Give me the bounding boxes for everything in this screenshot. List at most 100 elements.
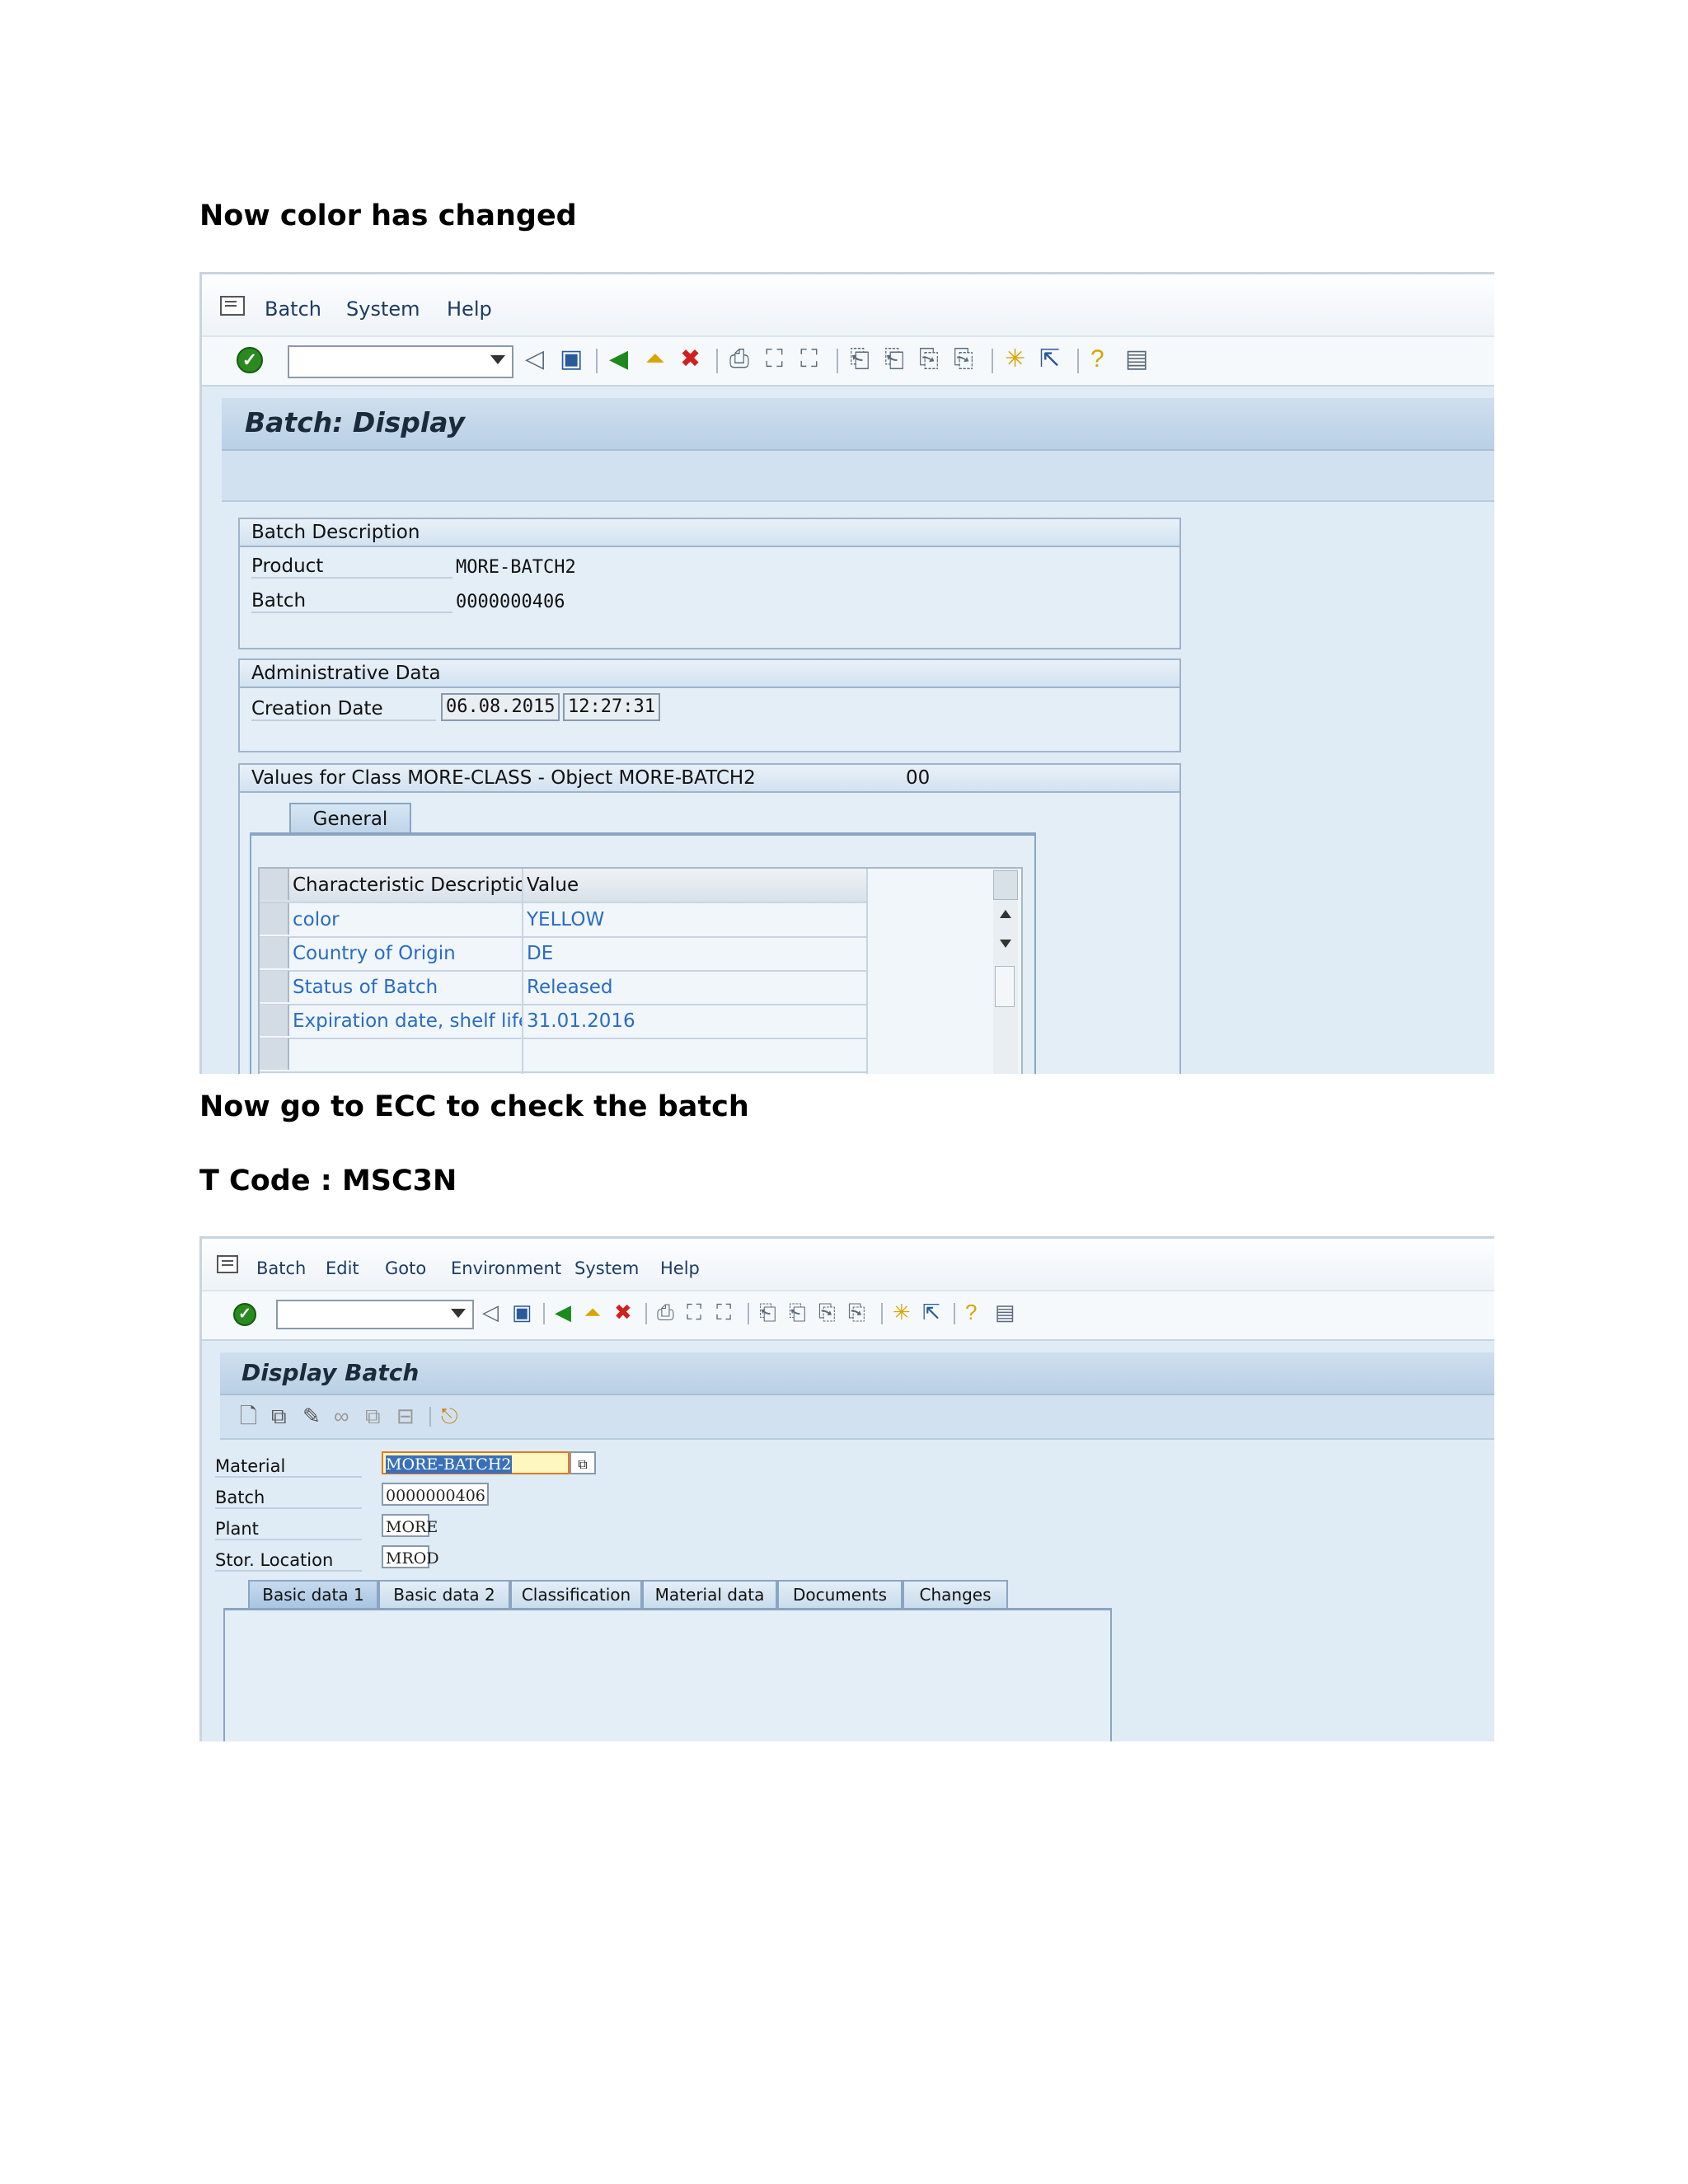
tab-documents[interactable]: Documents — [777, 1580, 903, 1608]
scrollbar-thumb[interactable] — [995, 966, 1015, 1007]
display-glasses-icon[interactable]: ∞ — [334, 1405, 349, 1427]
table-row[interactable]: color YELLOW — [260, 903, 866, 938]
find-icon[interactable]: ⛶ — [766, 347, 783, 372]
material-value: MORE-BATCH2 — [386, 1455, 512, 1474]
layout-menu-icon[interactable]: ▤ — [995, 1301, 1015, 1323]
print-icon[interactable]: ⎙ — [729, 347, 749, 372]
command-field[interactable] — [276, 1300, 474, 1329]
cell-value[interactable]: DE — [523, 937, 866, 970]
row-selector[interactable] — [260, 1005, 289, 1036]
find-icon[interactable]: ⛶ — [687, 1301, 701, 1323]
column-header-description[interactable]: Characteristic Description — [289, 869, 522, 902]
tab-basic-data-2[interactable]: Basic data 2 — [378, 1580, 510, 1608]
where-used-icon[interactable]: ⧉ — [365, 1405, 381, 1427]
find-next-icon[interactable]: ⛶ — [716, 1301, 731, 1323]
shortcut-icon[interactable]: ⇱ — [1039, 347, 1060, 372]
exit-icon[interactable]: ⏶ — [584, 1301, 602, 1323]
find-next-icon[interactable]: ⛶ — [800, 347, 818, 372]
menu-batch[interactable]: Batch — [265, 298, 321, 321]
new-session-icon[interactable]: ✳ — [893, 1301, 911, 1323]
first-page-icon[interactable]: ⎗ — [850, 347, 870, 372]
delete-flag-icon[interactable]: ⊟ — [396, 1405, 415, 1427]
menu-system[interactable]: System — [574, 1258, 639, 1278]
select-all-cell[interactable] — [260, 869, 289, 900]
scroll-down-icon[interactable] — [1000, 940, 1011, 948]
cell-description[interactable]: color — [289, 903, 522, 936]
plant-input[interactable]: MORE — [382, 1514, 438, 1537]
create-icon[interactable]: 🗋 — [240, 1405, 257, 1427]
change-pencil-icon[interactable]: ✎ — [302, 1405, 321, 1427]
creation-time-field[interactable]: 12:27:31 — [563, 693, 660, 721]
table-row[interactable]: Country of Origin DE — [260, 937, 866, 972]
menu-help[interactable]: Help — [447, 298, 492, 321]
table-row-empty[interactable] — [260, 1038, 866, 1073]
exit-icon[interactable]: ⏶ — [645, 347, 665, 372]
back-triangle-icon[interactable]: ◁ — [482, 1301, 499, 1323]
group-administrative-data: Administrative Data Creation Date 06.08.… — [238, 658, 1181, 752]
page-title: Batch: Display — [245, 406, 465, 438]
first-page-icon[interactable]: ⎗ — [759, 1301, 776, 1323]
next-page-icon[interactable]: ⎘ — [919, 347, 939, 372]
table-row[interactable]: Expiration date, shelf life 31.01.2016 — [260, 1005, 866, 1039]
menu-icon[interactable] — [220, 296, 245, 316]
material-input[interactable]: MORE-BATCH2 — [382, 1451, 570, 1474]
chevron-down-icon[interactable] — [451, 1309, 466, 1318]
tab-material-data[interactable]: Material data — [642, 1580, 777, 1608]
back-icon[interactable]: ◀ — [555, 1301, 571, 1323]
last-page-icon[interactable]: ⎘ — [954, 347, 973, 372]
tab-classification[interactable]: Classification — [510, 1580, 642, 1608]
column-header-value[interactable]: Value — [523, 869, 866, 902]
menu-system[interactable]: System — [346, 298, 420, 321]
batch-input[interactable]: 0000000406 — [382, 1483, 489, 1506]
help-icon[interactable]: ? — [965, 1301, 977, 1323]
next-page-icon[interactable]: ⎘ — [818, 1301, 836, 1323]
copy-icon[interactable]: ⧉ — [271, 1405, 287, 1427]
cell-value[interactable]: 31.01.2016 — [523, 1005, 866, 1038]
tab-panel-basic-data-1 — [223, 1608, 1112, 1741]
vertical-scrollbar[interactable] — [993, 869, 1018, 1074]
storage-location-input[interactable]: MROD — [382, 1545, 439, 1568]
tab-general[interactable]: General — [289, 803, 411, 836]
row-selector[interactable] — [260, 903, 289, 935]
menu-environment[interactable]: Environment — [451, 1258, 561, 1278]
cancel-icon[interactable]: ✖ — [614, 1301, 632, 1323]
menu-help[interactable]: Help — [660, 1258, 700, 1278]
chevron-down-icon[interactable] — [490, 355, 505, 364]
scrollbar-top-button[interactable] — [993, 870, 1018, 900]
material-search-help-icon[interactable]: ⧉ — [570, 1451, 596, 1474]
scroll-up-icon[interactable] — [1000, 910, 1011, 918]
table-row[interactable]: Status of Batch Released — [260, 971, 866, 1005]
shortcut-icon[interactable]: ⇱ — [922, 1301, 940, 1323]
previous-page-icon[interactable]: ⎗ — [884, 347, 904, 372]
back-triangle-icon[interactable]: ◁ — [525, 347, 544, 372]
row-selector[interactable] — [260, 937, 289, 968]
save-icon[interactable]: ▣ — [560, 347, 583, 372]
menu-batch[interactable]: Batch — [256, 1258, 306, 1278]
cell-description[interactable]: Expiration date, shelf life — [289, 1005, 522, 1038]
save-icon[interactable]: ▣ — [512, 1301, 532, 1323]
row-selector[interactable] — [260, 1038, 289, 1070]
menu-icon[interactable] — [217, 1255, 238, 1273]
tab-changes[interactable]: Changes — [903, 1580, 1008, 1608]
layout-menu-icon[interactable]: ▤ — [1125, 347, 1148, 372]
new-session-icon[interactable]: ✳ — [1005, 347, 1025, 372]
tab-basic-data-1[interactable]: Basic data 1 — [248, 1580, 378, 1608]
enter-check-icon[interactable]: ✓ — [233, 1303, 256, 1326]
cell-description[interactable]: Status of Batch — [289, 971, 522, 1004]
command-field[interactable] — [288, 345, 513, 378]
enter-check-icon[interactable]: ✓ — [237, 347, 263, 373]
cancel-icon[interactable]: ✖ — [680, 347, 701, 372]
cell-description[interactable]: Country of Origin — [289, 937, 522, 970]
print-icon[interactable]: ⎙ — [657, 1301, 674, 1323]
menu-goto[interactable]: Goto — [385, 1258, 426, 1278]
other-batch-icon[interactable]: ⎋ — [441, 1405, 458, 1427]
help-icon[interactable]: ? — [1090, 347, 1104, 372]
back-icon[interactable]: ◀ — [609, 347, 628, 372]
creation-date-field[interactable]: 06.08.2015 — [441, 693, 560, 721]
cell-value[interactable]: Released — [523, 971, 866, 1004]
last-page-icon[interactable]: ⎘ — [848, 1301, 865, 1323]
menu-edit[interactable]: Edit — [326, 1258, 359, 1278]
cell-value[interactable]: YELLOW — [523, 903, 866, 936]
previous-page-icon[interactable]: ⎗ — [789, 1301, 806, 1323]
row-selector[interactable] — [260, 971, 289, 1002]
